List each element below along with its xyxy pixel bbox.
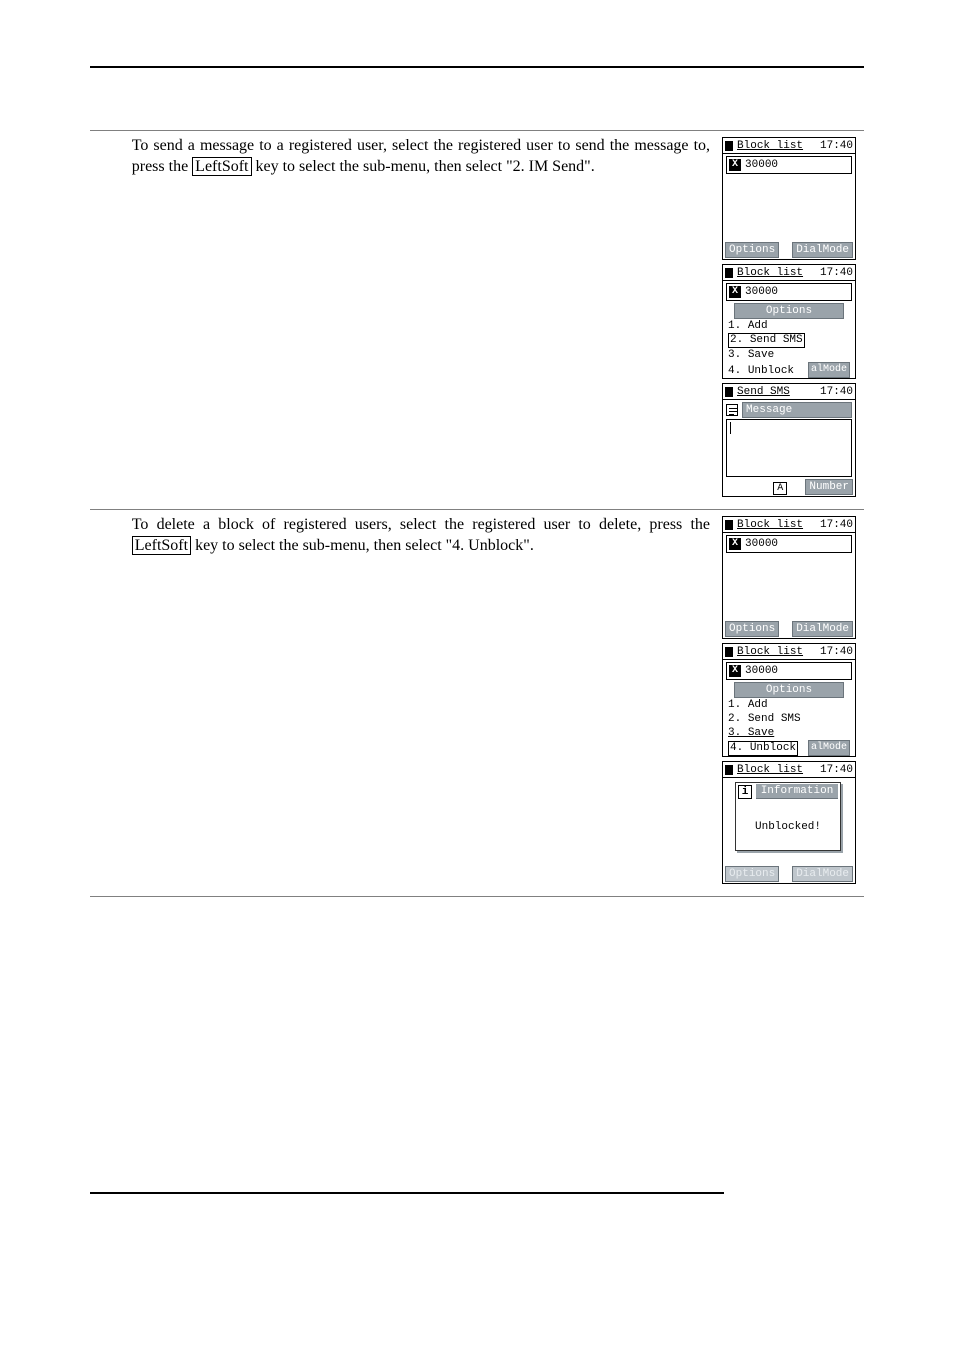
signal-icon: [725, 387, 733, 397]
row-index: [90, 510, 126, 897]
menu-item-save[interactable]: 3. Save: [728, 726, 850, 740]
almode-softkey[interactable]: alMode: [808, 740, 850, 756]
signal-icon: [725, 141, 733, 151]
text-cursor: [730, 422, 731, 434]
list-item[interactable]: X 30000: [726, 662, 852, 680]
desc-pre: To delete a block of registered users, s…: [132, 516, 710, 533]
popup-message: Unblocked!: [736, 800, 840, 844]
info-popup: i Information Unblocked!: [735, 782, 841, 851]
options-softkey: Options: [725, 866, 779, 882]
block-icon: X: [729, 538, 741, 550]
mode-indicator[interactable]: A: [773, 482, 787, 495]
instruction-text: To send a message to a registered user, …: [126, 131, 716, 510]
screen-title: Block list: [737, 645, 820, 659]
phone-screen: Block list 17:40 X 30000 Options DialMod…: [722, 516, 856, 639]
message-icon: [726, 404, 738, 416]
phone-screen: Block list 17:40 X 30000 Options 1. Add …: [722, 264, 856, 379]
options-softkey[interactable]: Options: [725, 621, 779, 637]
list-item-label: 30000: [745, 537, 778, 551]
signal-icon: [725, 268, 733, 278]
menu-item-unblock[interactable]: 4. Unblock: [728, 364, 794, 378]
clock: 17:40: [820, 139, 853, 153]
clock: 17:40: [820, 645, 853, 659]
list-item-label: 30000: [745, 664, 778, 678]
popup-header: Information: [756, 784, 838, 799]
menu-item-save[interactable]: 3. Save: [728, 348, 850, 362]
screen-title: Block list: [737, 266, 820, 280]
clock: 17:40: [820, 266, 853, 280]
screen-title: Block list: [737, 139, 820, 153]
dialmode-softkey: DialMode: [792, 866, 853, 882]
clock: 17:40: [820, 518, 853, 532]
menu-header: Options: [734, 682, 844, 698]
list-item-label: 30000: [745, 158, 778, 172]
block-icon: X: [729, 665, 741, 677]
phone-screen: Send SMS 17:40 Message: [722, 383, 856, 497]
screen-title: Block list: [737, 518, 820, 532]
block-icon: X: [729, 159, 741, 171]
desc-post: key to select the sub-menu, then select …: [252, 158, 595, 175]
dialmode-softkey[interactable]: DialMode: [792, 242, 853, 258]
phone-screen: Block list 17:40 X 30000 Options 1. Add …: [722, 643, 856, 757]
message-input[interactable]: [726, 419, 852, 477]
leftsoft-key: LeftSoft: [192, 157, 251, 176]
phone-screen: Block list 17:40 X 30000 Options DialMod…: [722, 137, 856, 260]
row-index: [90, 131, 126, 510]
leftsoft-key: LeftSoft: [132, 536, 191, 555]
screen-title: Block list: [737, 763, 820, 777]
clock: 17:40: [820, 385, 853, 399]
options-softkey[interactable]: Options: [725, 242, 779, 258]
menu-item-add[interactable]: 1. Add: [728, 319, 850, 333]
menu-item-send-sms[interactable]: 2. Send SMS: [728, 333, 805, 348]
list-item[interactable]: X 30000: [726, 535, 852, 553]
signal-icon: [725, 765, 733, 775]
menu-item-send-sms[interactable]: 2. Send SMS: [728, 712, 850, 726]
list-item[interactable]: X 30000: [726, 283, 852, 301]
signal-icon: [725, 520, 733, 530]
number-softkey[interactable]: Number: [805, 479, 853, 495]
menu-item-unblock[interactable]: 4. Unblock: [728, 741, 798, 756]
phone-screen: Block list 17:40 i Information Unblocked…: [722, 761, 856, 884]
list-item-label: 30000: [745, 285, 778, 299]
info-icon: i: [738, 785, 752, 799]
menu-header: Options: [734, 303, 844, 319]
dialmode-softkey[interactable]: DialMode: [792, 621, 853, 637]
screen-title: Send SMS: [737, 385, 820, 399]
instruction-text: To delete a block of registered users, s…: [126, 510, 716, 897]
signal-icon: [725, 647, 733, 657]
almode-softkey[interactable]: alMode: [808, 362, 850, 378]
block-icon: X: [729, 286, 741, 298]
message-label: Message: [742, 402, 852, 418]
list-item[interactable]: X 30000: [726, 156, 852, 174]
clock: 17:40: [820, 763, 853, 777]
desc-post: key to select the sub-menu, then select …: [191, 537, 534, 554]
menu-item-add[interactable]: 1. Add: [728, 698, 850, 712]
